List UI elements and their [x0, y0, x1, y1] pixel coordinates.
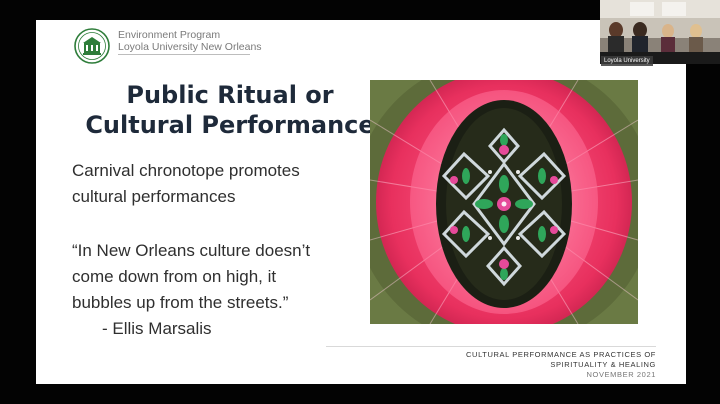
participant-video-feed[interactable] [600, 0, 720, 52]
program-name: Environment Program Loyola University Ne… [118, 29, 262, 53]
participant-name-label: Loyola University [601, 56, 653, 66]
footer-line: SPIRITUALITY & HEALING [550, 360, 656, 369]
quote-line: come down from on high, it [72, 267, 277, 286]
mardi-gras-indian-beadwork-suit-photo [370, 80, 638, 324]
slide-title: Public Ritual or Cultural Performance [60, 80, 400, 140]
slide-title-line: Cultural Performance [85, 111, 375, 139]
quote-line: bubbles up from the streets.” [72, 293, 289, 312]
slide-bullet-line: Carnival chronotope promotes [72, 161, 300, 180]
footer-line: CULTURAL PERFORMANCE AS PRACTICES OF [466, 350, 656, 359]
loyola-university-seal-icon [74, 28, 110, 64]
slide-title-line: Public Ritual or [126, 81, 334, 109]
slide-footer: CULTURAL PERFORMANCE AS PRACTICES OF SPI… [466, 350, 656, 380]
slide-bullet: Carnival chronotope promotes cultural pe… [72, 158, 372, 210]
university-name-line: Loyola University New Orleans [118, 41, 262, 53]
slide-quote: “In New Orleans culture doesn’t come dow… [72, 238, 372, 342]
meeting-stage: Environment Program Loyola University Ne… [0, 0, 720, 404]
participant-video-tile[interactable]: Loyola University [600, 0, 720, 66]
presentation-slide: Environment Program Loyola University Ne… [36, 20, 686, 384]
footer-date: NOVEMBER 2021 [586, 370, 656, 379]
footer-divider [326, 346, 656, 347]
header-divider [118, 54, 250, 55]
quote-line: “In New Orleans culture doesn’t [72, 241, 311, 260]
slide-bullet-line: cultural performances [72, 187, 236, 206]
quote-attribution: - Ellis Marsalis [102, 319, 212, 338]
program-name-line: Environment Program [118, 29, 221, 41]
